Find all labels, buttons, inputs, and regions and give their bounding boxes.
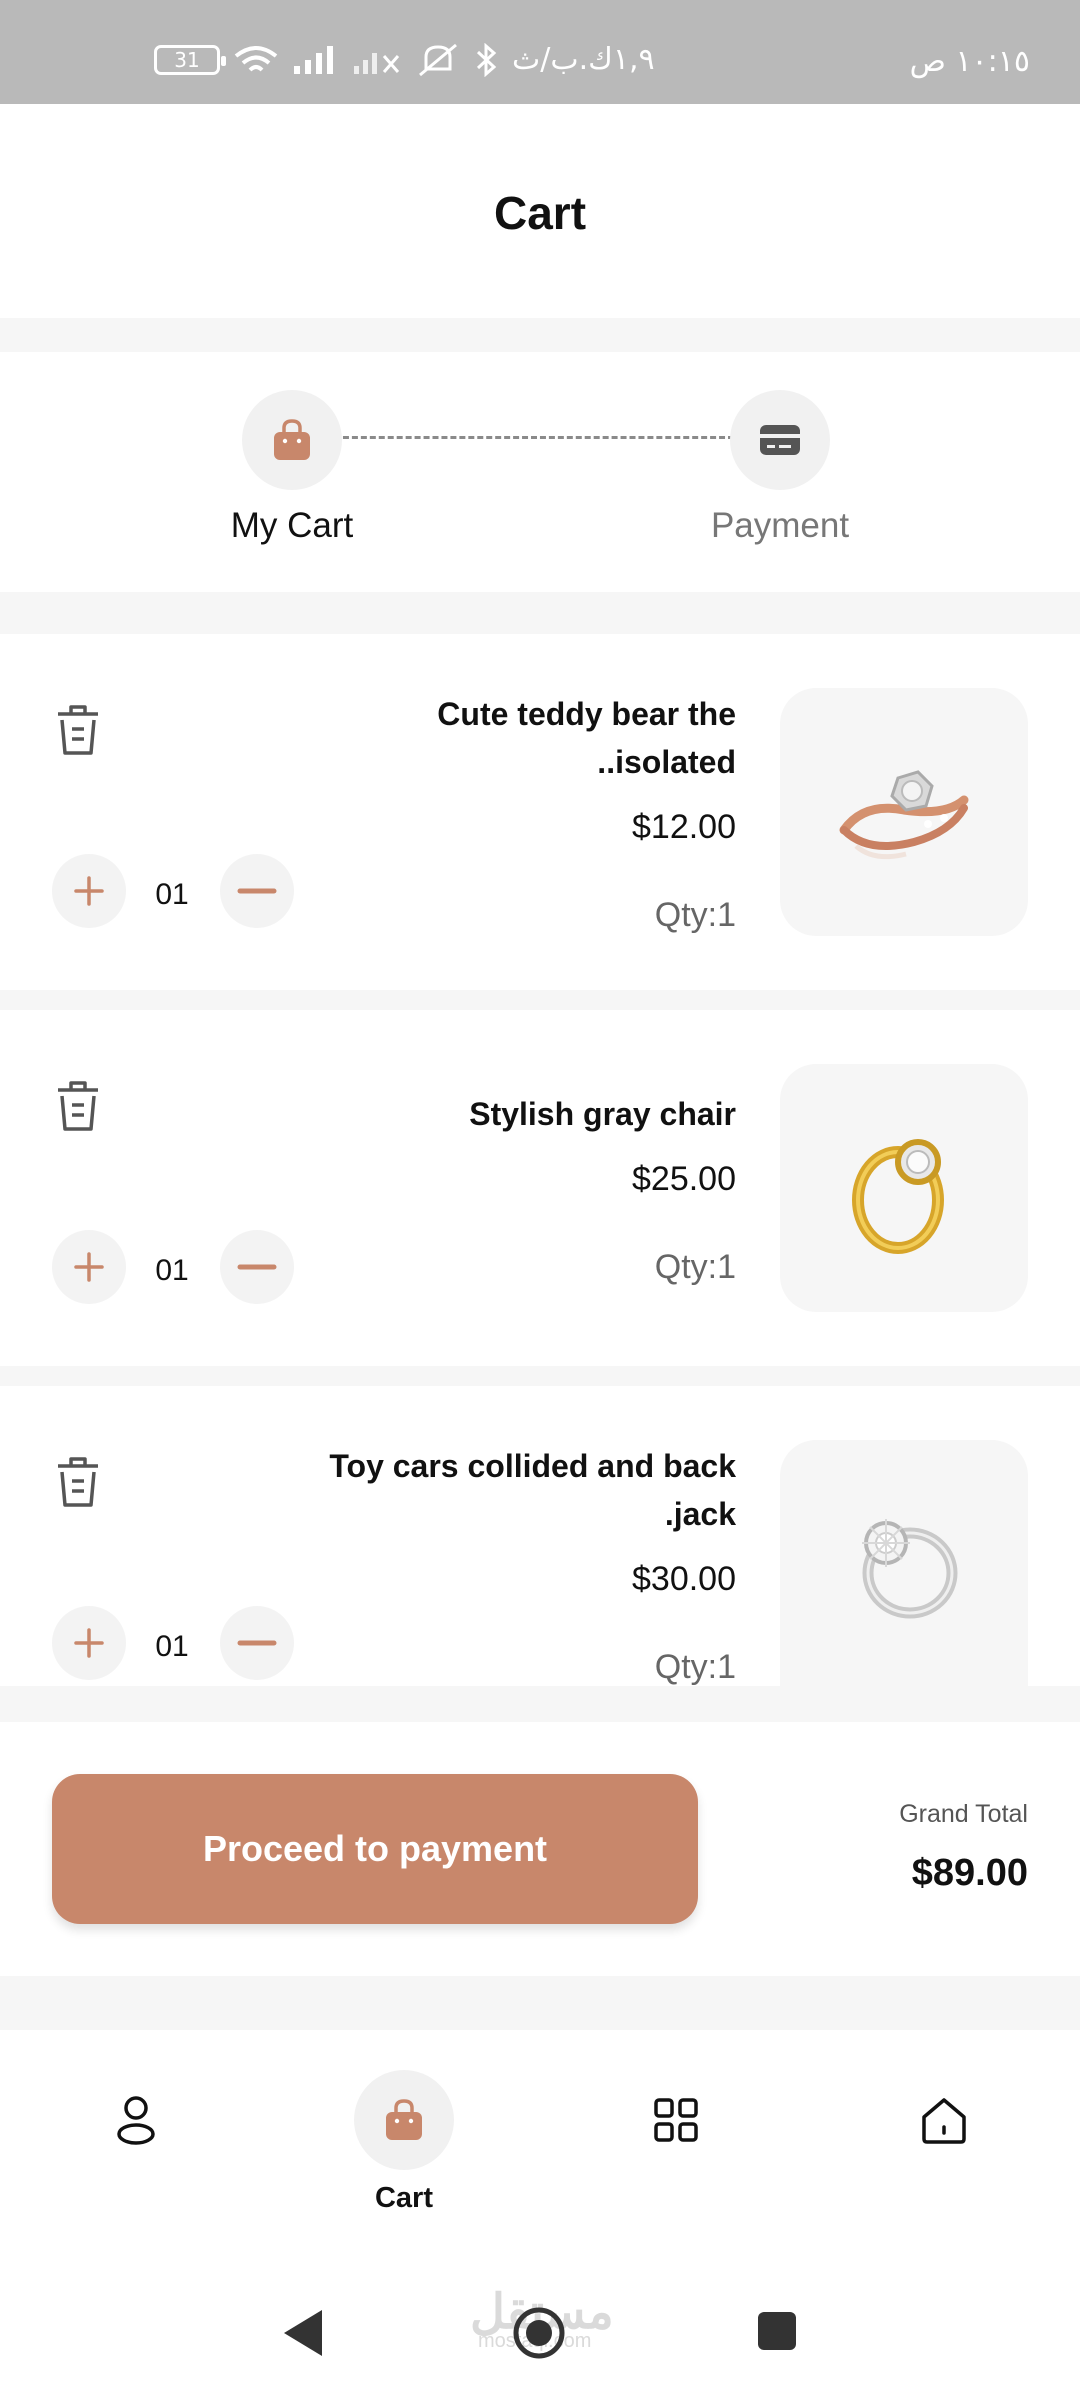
item-qty-label: Qty:1 [654,1248,736,1286]
checkout-stepper: My Cart Payment [0,352,1080,592]
trash-icon[interactable] [54,702,102,758]
home-button-icon[interactable] [512,2306,566,2360]
item-price: $30.00 [632,1560,736,1598]
rose-gold-ring-image [839,770,969,860]
status-icons: 31 ١,٩ك.ب/ث [154,42,655,77]
trash-icon[interactable] [54,1078,102,1134]
decrease-qty-button[interactable] [220,1606,294,1680]
step-label-payment: Payment [710,506,850,545]
battery-icon: 31 [154,44,226,75]
app-header: Cart [0,104,1080,318]
qty-value: 01 [155,1630,189,1663]
step-my-cart[interactable] [242,390,342,490]
item-qty-label: Qty:1 [654,1648,736,1686]
checkout-bar: Proceed to payment Grand Total $89.00 [0,1722,1080,1976]
credit-card-icon [760,425,800,455]
item-qty-label: Qty:1 [654,896,736,934]
nav-label-cart: Cart [374,2182,433,2214]
grid-icon [654,2098,698,2142]
nav-item-categories[interactable] [644,2088,708,2152]
signal-icon [294,45,333,74]
home-icon [922,2098,966,2144]
cart-item: Stylish gray chair $25.00 Qty:1 01 [0,1010,1080,1366]
clock: ١٠:١٥ ص [909,44,1030,79]
battery-level: 31 [174,47,200,72]
plus-icon [74,876,104,906]
signal-off-icon [354,52,400,74]
grand-total-label: Grand Total [899,1800,1028,1828]
shopping-bag-icon [274,419,310,460]
back-icon[interactable] [282,2308,324,2358]
increase-qty-button[interactable] [52,1230,126,1304]
item-price: $25.00 [632,1160,736,1198]
item-price: $12.00 [632,808,736,846]
nav-item-cart[interactable] [354,2070,454,2170]
minus-icon [237,888,277,894]
recents-icon[interactable] [756,2310,798,2352]
minus-icon [237,1640,277,1646]
silver-ring-image [862,1519,958,1619]
proceed-to-payment-button[interactable]: Proceed to payment [52,1774,698,1924]
nav-item-profile[interactable] [104,2088,168,2152]
nav-item-home[interactable] [912,2088,976,2152]
trash-icon[interactable] [54,1454,102,1510]
shopping-bag-icon [386,2099,422,2140]
user-icon [117,2096,155,2145]
plus-icon [74,1252,104,1282]
product-image[interactable] [780,1064,1028,1312]
status-bar: 31 ١,٩ك.ب/ث ١٠:١٥ ص [0,0,1080,104]
stepper-connector [334,436,734,439]
increase-qty-button[interactable] [52,854,126,928]
wifi-icon [234,45,278,71]
gold-ring-image [852,1139,944,1254]
item-name: Cute teddy bear the ..isolated [437,696,736,780]
decrease-qty-button[interactable] [220,854,294,928]
product-image[interactable] [780,1440,1028,1686]
step-label-my-cart: My Cart [230,506,354,545]
increase-qty-button[interactable] [52,1606,126,1680]
plus-icon [74,1628,104,1658]
minus-icon [237,1264,277,1270]
qty-value: 01 [155,1254,189,1287]
product-image[interactable] [780,688,1028,936]
grand-total-value: $89.00 [911,1852,1028,1894]
system-navigation [0,2286,1080,2376]
bluetooth-icon [476,42,497,77]
qty-value: 01 [155,878,189,911]
cart-item: Cute teddy bear the ..isolated $12.00 Qt… [0,634,1080,990]
cart-item: Toy cars collided and back .jack $30.00 … [0,1386,1080,1686]
item-name: Stylish gray chair [469,1096,736,1132]
decrease-qty-button[interactable] [220,1230,294,1304]
network-speed: ١,٩ك.ب/ث [512,42,655,77]
item-name: Toy cars collided and back .jack [329,1448,736,1532]
page-title: Cart [493,187,587,239]
step-payment[interactable] [730,390,830,490]
mute-icon [419,43,457,76]
